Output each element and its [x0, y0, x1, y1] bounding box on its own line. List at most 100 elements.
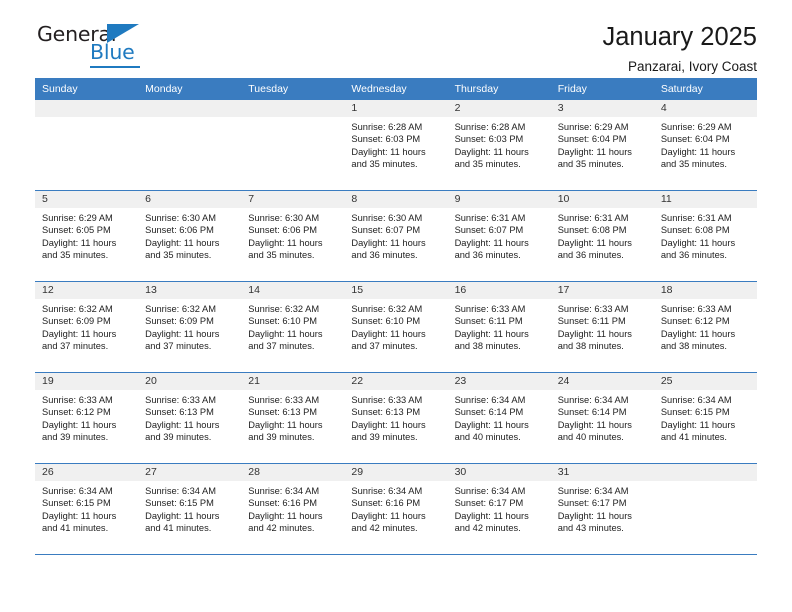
calendar-cell-inner: 5 Sunrise: 6:29 AM Sunset: 6:05 PM Daylight…	[35, 191, 139, 281]
calendar-cell-inner: 14 Sunrise: 6:32 AM Sunset: 6:10 PM Dayligh…	[241, 282, 345, 372]
daylight-text-line1: Daylight: 11 hours	[557, 510, 632, 521]
calendar-cell-empty	[138, 100, 242, 191]
daylight-text-line2: and 38 minutes.	[660, 340, 727, 351]
day-details: Sunrise: 6:33 AM Sunset: 6:13 PM Daylight:…	[241, 390, 344, 443]
calendar-day-cell[interactable]: 17 Sunrise: 6:33 AM Sunset: 6:11 PM Dayligh…	[550, 281, 654, 373]
sunset-text: Sunset: 6:03 PM	[454, 134, 524, 145]
sunrise-text: Sunrise: 6:31 AM	[454, 213, 526, 223]
sunset-text: Sunset: 6:08 PM	[660, 225, 730, 236]
calendar-cell-empty	[35, 100, 139, 191]
day-number	[138, 100, 242, 117]
sunset-text: Sunset: 6:09 PM	[145, 316, 214, 327]
sunrise-text: Sunrise: 6:33 AM	[145, 395, 216, 405]
daylight-text-line2: and 35 minutes.	[248, 249, 315, 260]
daylight-text-line1: Daylight: 11 hours	[145, 510, 220, 521]
calendar-day-cell[interactable]: 28 Sunrise: 6:34 AM Sunset: 6:16 PM Dayligh…	[241, 463, 345, 555]
calendar-day-cell[interactable]: 31 Sunrise: 6:34 AM Sunset: 6:17 PM Dayligh…	[550, 463, 654, 555]
daylight-text-line2: and 35 minutes.	[660, 158, 727, 169]
calendar-day-cell[interactable]: 12 Sunrise: 6:32 AM Sunset: 6:09 PM Dayligh…	[35, 281, 139, 373]
calendar-day-cell[interactable]: 11 Sunrise: 6:31 AM Sunset: 6:08 PM Dayligh…	[653, 190, 757, 282]
day-details: Sunrise: 6:33 AM Sunset: 6:11 PM Daylight:…	[448, 299, 551, 352]
day-number: 10	[550, 191, 654, 208]
calendar-day-cell[interactable]: 20 Sunrise: 6:33 AM Sunset: 6:13 PM Dayligh…	[138, 372, 242, 464]
day-details: Sunrise: 6:31 AM Sunset: 6:08 PM Daylight:…	[551, 208, 654, 261]
daylight-text-line2: and 37 minutes.	[248, 340, 315, 351]
calendar-day-cell[interactable]: 14 Sunrise: 6:32 AM Sunset: 6:10 PM Dayligh…	[241, 281, 345, 373]
daylight-text-line2: and 39 minutes.	[351, 431, 418, 442]
calendar-cell-inner: 6 Sunrise: 6:30 AM Sunset: 6:06 PM Daylight…	[138, 191, 242, 281]
calendar-day-cell[interactable]: 15 Sunrise: 6:32 AM Sunset: 6:10 PM Dayligh…	[344, 281, 448, 373]
calendar-day-cell[interactable]: 10 Sunrise: 6:31 AM Sunset: 6:08 PM Dayligh…	[550, 190, 654, 282]
sunrise-text: Sunrise: 6:34 AM	[557, 486, 629, 496]
daylight-text-line2: and 40 minutes.	[557, 431, 624, 442]
day-number: 6	[138, 191, 242, 208]
daylight-text-line2: and 35 minutes.	[454, 158, 521, 169]
calendar-day-cell[interactable]: 5 Sunrise: 6:29 AM Sunset: 6:05 PM Daylight…	[35, 190, 139, 282]
calendar-day-cell[interactable]: 22 Sunrise: 6:33 AM Sunset: 6:13 PM Dayligh…	[344, 372, 448, 464]
calendar-cell-inner: 11 Sunrise: 6:31 AM Sunset: 6:08 PM Dayligh…	[653, 191, 757, 281]
day-details: Sunrise: 6:34 AM Sunset: 6:15 PM Daylight:…	[654, 390, 757, 443]
calendar-day-cell[interactable]: 7 Sunrise: 6:30 AM Sunset: 6:06 PM Daylight…	[241, 190, 345, 282]
sunrise-text: Sunrise: 6:34 AM	[351, 486, 423, 496]
day-details: Sunrise: 6:29 AM Sunset: 6:05 PM Daylight:…	[35, 208, 138, 261]
calendar-day-cell[interactable]: 8 Sunrise: 6:30 AM Sunset: 6:07 PM Daylight…	[344, 190, 448, 282]
calendar-cell-inner: 10 Sunrise: 6:31 AM Sunset: 6:08 PM Dayligh…	[550, 191, 654, 281]
calendar-day-cell[interactable]: 24 Sunrise: 6:34 AM Sunset: 6:14 PM Dayligh…	[550, 372, 654, 464]
calendar-day-cell[interactable]: 13 Sunrise: 6:32 AM Sunset: 6:09 PM Dayligh…	[138, 281, 242, 373]
calendar-day-cell[interactable]: 16 Sunrise: 6:33 AM Sunset: 6:11 PM Dayligh…	[447, 281, 551, 373]
day-details: Sunrise: 6:31 AM Sunset: 6:08 PM Daylight:…	[654, 208, 757, 261]
calendar-day-cell[interactable]: 29 Sunrise: 6:34 AM Sunset: 6:16 PM Dayligh…	[344, 463, 448, 555]
daylight-text-line2: and 41 minutes.	[145, 522, 212, 533]
calendar-day-cell[interactable]: 2 Sunrise: 6:28 AM Sunset: 6:03 PM Daylight…	[447, 100, 551, 191]
sunset-text: Sunset: 6:07 PM	[454, 225, 524, 236]
calendar-cell-inner: 22 Sunrise: 6:33 AM Sunset: 6:13 PM Dayligh…	[344, 373, 448, 463]
daylight-text-line1: Daylight: 11 hours	[42, 510, 117, 521]
calendar-day-cell[interactable]: 1 Sunrise: 6:28 AM Sunset: 6:03 PM Daylight…	[344, 100, 448, 191]
day-number: 2	[447, 100, 551, 117]
daylight-text-line1: Daylight: 11 hours	[42, 328, 117, 339]
calendar-day-cell[interactable]: 19 Sunrise: 6:33 AM Sunset: 6:12 PM Dayligh…	[35, 372, 139, 464]
sunset-text: Sunset: 6:07 PM	[351, 225, 421, 236]
day-number: 3	[550, 100, 654, 117]
day-details: Sunrise: 6:34 AM Sunset: 6:15 PM Daylight:…	[138, 481, 241, 534]
daylight-text-line2: and 37 minutes.	[145, 340, 212, 351]
calendar-day-cell[interactable]: 27 Sunrise: 6:34 AM Sunset: 6:15 PM Dayligh…	[138, 463, 242, 555]
calendar-cell-inner: 18 Sunrise: 6:33 AM Sunset: 6:12 PM Dayligh…	[653, 282, 757, 372]
calendar-day-cell[interactable]: 23 Sunrise: 6:34 AM Sunset: 6:14 PM Dayligh…	[447, 372, 551, 464]
calendar-day-cell[interactable]: 6 Sunrise: 6:30 AM Sunset: 6:06 PM Daylight…	[138, 190, 242, 282]
weekday-header-sunday: Sunday	[35, 78, 139, 100]
day-details: Sunrise: 6:31 AM Sunset: 6:07 PM Daylight:…	[448, 208, 551, 261]
calendar-day-cell[interactable]: 9 Sunrise: 6:31 AM Sunset: 6:07 PM Daylight…	[447, 190, 551, 282]
calendar-day-cell[interactable]: 4 Sunrise: 6:29 AM Sunset: 6:04 PM Daylight…	[653, 100, 757, 191]
daylight-text-line2: and 37 minutes.	[42, 340, 109, 351]
sunrise-text: Sunrise: 6:33 AM	[557, 304, 629, 314]
sunset-text: Sunset: 6:12 PM	[660, 316, 730, 327]
daylight-text-line1: Daylight: 11 hours	[351, 146, 426, 157]
calendar-cell-inner: 3 Sunrise: 6:29 AM Sunset: 6:04 PM Daylight…	[550, 100, 654, 190]
day-number: 29	[344, 464, 448, 481]
sunrise-text: Sunrise: 6:33 AM	[42, 395, 113, 405]
day-number: 4	[653, 100, 757, 117]
calendar-week-row: 26 Sunrise: 6:34 AM Sunset: 6:15 PM Dayligh…	[35, 463, 757, 555]
day-details: Sunrise: 6:34 AM Sunset: 6:16 PM Daylight:…	[344, 481, 447, 534]
day-details: Sunrise: 6:30 AM Sunset: 6:06 PM Daylight:…	[138, 208, 241, 261]
day-number: 15	[344, 282, 448, 299]
sunset-text: Sunset: 6:12 PM	[42, 407, 111, 418]
calendar-cell-inner: 24 Sunrise: 6:34 AM Sunset: 6:14 PM Dayligh…	[550, 373, 654, 463]
daylight-text-line2: and 36 minutes.	[660, 249, 727, 260]
daylight-text-line1: Daylight: 11 hours	[145, 328, 220, 339]
sunset-text: Sunset: 6:15 PM	[660, 407, 730, 418]
day-number: 18	[653, 282, 757, 299]
calendar-cell-inner	[35, 100, 139, 190]
general-blue-logo[interactable]: General Blue	[35, 22, 175, 70]
day-number: 9	[447, 191, 551, 208]
sunrise-text: Sunrise: 6:29 AM	[42, 213, 113, 223]
calendar-day-cell[interactable]: 18 Sunrise: 6:33 AM Sunset: 6:12 PM Dayligh…	[653, 281, 757, 373]
calendar-day-cell[interactable]: 21 Sunrise: 6:33 AM Sunset: 6:13 PM Dayligh…	[241, 372, 345, 464]
calendar-cell-inner: 26 Sunrise: 6:34 AM Sunset: 6:15 PM Dayligh…	[35, 464, 139, 554]
calendar-cell-inner: 2 Sunrise: 6:28 AM Sunset: 6:03 PM Daylight…	[447, 100, 551, 190]
calendar-day-cell[interactable]: 26 Sunrise: 6:34 AM Sunset: 6:15 PM Dayligh…	[35, 463, 139, 555]
calendar-day-cell[interactable]: 3 Sunrise: 6:29 AM Sunset: 6:04 PM Daylight…	[550, 100, 654, 191]
calendar-day-cell[interactable]: 30 Sunrise: 6:34 AM Sunset: 6:17 PM Dayligh…	[447, 463, 551, 555]
calendar-day-cell[interactable]: 25 Sunrise: 6:34 AM Sunset: 6:15 PM Dayligh…	[653, 372, 757, 464]
